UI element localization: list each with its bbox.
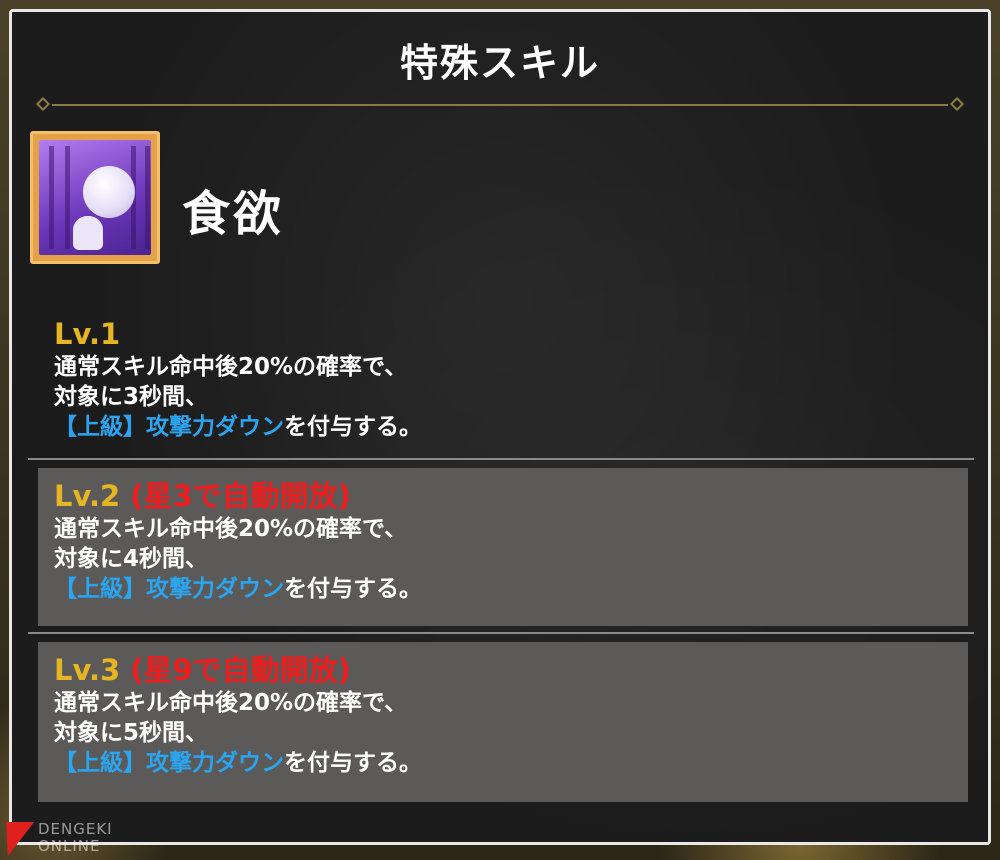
debuff-name: 【上級】攻撃力ダウン xyxy=(54,576,284,602)
row-separator xyxy=(28,458,974,460)
level-label: Lv.2 xyxy=(54,479,121,513)
lightning-bolt-icon xyxy=(0,822,35,856)
level-effect-line: 【上級】攻撃力ダウンを付与する。 xyxy=(54,748,968,778)
watermark-line-1: DENGEKI xyxy=(38,820,113,838)
divider-line xyxy=(52,104,948,106)
unlock-condition: (星9で自動開放) xyxy=(130,653,351,687)
level-effect-line: 【上級】攻撃力ダウンを付与する。 xyxy=(54,574,968,604)
character-head xyxy=(83,166,135,218)
level-row-1: Lv.1 通常スキル命中後20%の確率で、 対象に3秒間、 【上級】攻撃力ダウン… xyxy=(38,306,968,454)
level-row-3: Lv.3 (星9で自動開放) 通常スキル命中後20%の確率で、 対象に5秒間、 【… xyxy=(38,642,968,802)
level-label: Lv.1 xyxy=(54,317,121,351)
level-row-2: Lv.2 (星3で自動開放) 通常スキル命中後20%の確率で、 対象に4秒間、 【… xyxy=(38,468,968,626)
level-description-line: 通常スキル命中後20%の確率で、 xyxy=(54,516,408,542)
skill-icon xyxy=(30,131,160,264)
level-description-line: 通常スキル命中後20%の確率で、 xyxy=(54,354,408,380)
row-separator xyxy=(28,632,974,634)
divider-diamond-right xyxy=(949,96,965,112)
level-effect-line: 【上級】攻撃力ダウンを付与する。 xyxy=(54,412,968,442)
effect-suffix: を付与する。 xyxy=(284,414,422,440)
title-divider xyxy=(34,96,966,112)
dengeki-online-logo: DENGEKI ONLINE xyxy=(0,820,130,860)
effect-suffix: を付与する。 xyxy=(284,576,422,602)
skill-detail-panel: 特殊スキル 食欲 Lv.1 通常スキル命中後20%の確率で、 対象に3秒間、 【… xyxy=(9,9,991,845)
skill-icon-art xyxy=(39,140,151,255)
level-description-line: 対象に5秒間、 xyxy=(54,720,209,746)
level-description-line: 対象に3秒間、 xyxy=(54,384,209,410)
level-description-line: 対象に4秒間、 xyxy=(54,546,209,572)
cage-bar xyxy=(65,146,70,249)
level-heading: Lv.3 (星9で自動開放) xyxy=(54,652,968,688)
unlock-condition: (星3で自動開放) xyxy=(130,479,351,513)
debuff-name: 【上級】攻撃力ダウン xyxy=(54,750,284,776)
watermark-line-2: ONLINE xyxy=(38,837,101,855)
level-heading: Lv.2 (星3で自動開放) xyxy=(54,478,968,514)
character-body xyxy=(73,216,103,250)
cage-bar xyxy=(145,146,150,249)
skill-name: 食欲 xyxy=(182,186,285,242)
divider-diamond-left xyxy=(35,96,51,112)
panel-title: 特殊スキル xyxy=(399,41,600,85)
effect-suffix: を付与する。 xyxy=(284,750,422,776)
level-label: Lv.3 xyxy=(54,653,121,687)
cage-bar xyxy=(49,146,54,249)
debuff-name: 【上級】攻撃力ダウン xyxy=(54,414,284,440)
level-description-line: 通常スキル命中後20%の確率で、 xyxy=(54,690,408,716)
level-heading: Lv.1 xyxy=(54,316,968,352)
